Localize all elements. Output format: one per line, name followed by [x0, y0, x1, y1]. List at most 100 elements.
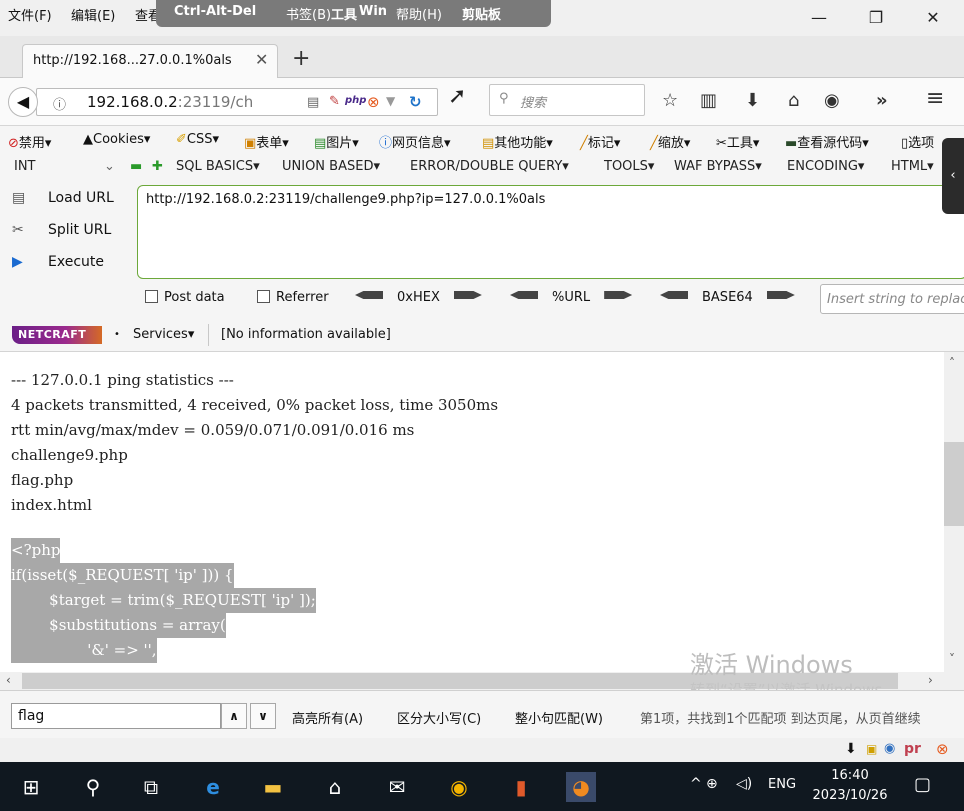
php-icon[interactable]: php: [345, 95, 366, 106]
plus-icon[interactable]: ✚: [152, 159, 163, 174]
toolbar-options[interactable]: ▯选项: [901, 132, 934, 151]
url-encoder[interactable]: %URL: [510, 290, 633, 305]
chevron-up-icon[interactable]: ^: [690, 776, 702, 792]
download-icon[interactable]: ⬇: [745, 90, 760, 111]
toolbar-disable[interactable]: ⊘禁用▾: [8, 132, 51, 151]
menu-edit[interactable]: 编辑(E): [71, 5, 115, 24]
taskbar-clock[interactable]: 16:40 2023/10/26: [808, 766, 892, 806]
download-icon[interactable]: ⬇: [845, 741, 857, 757]
insert-string-input[interactable]: Insert string to replace: [820, 284, 964, 314]
minimize-button[interactable]: —: [796, 4, 842, 32]
hackbar-menu-union-based[interactable]: UNION BASED▾: [282, 159, 380, 174]
execute-button[interactable]: ▶ Execute: [12, 254, 104, 270]
minus-icon[interactable]: ▬: [130, 159, 142, 174]
info-icon[interactable]: ⓘ: [53, 94, 66, 113]
chrome-icon[interactable]: ◉: [444, 772, 474, 802]
hackbar-pen-icon[interactable]: ✎: [329, 94, 340, 109]
edge-icon[interactable]: e: [198, 772, 228, 802]
burpsuite-icon[interactable]: ▮: [506, 772, 536, 802]
split-url-button[interactable]: ✂ Split URL: [12, 222, 111, 238]
referrer-checkbox[interactable]: Referrer: [257, 290, 329, 305]
bookmark-star-icon[interactable]: ☆: [662, 90, 678, 111]
match-case-toggle[interactable]: 区分大小写(C): [397, 708, 481, 727]
arrow-right-icon[interactable]: [766, 291, 795, 299]
pr-icon[interactable]: pr: [904, 741, 921, 757]
back-button[interactable]: ◀: [8, 87, 38, 117]
task-view-icon[interactable]: ⧉: [136, 772, 166, 802]
menu-tools[interactable]: 工具: [331, 4, 357, 23]
toolbar-tools[interactable]: ✂工具▾: [716, 132, 759, 151]
file-explorer-icon[interactable]: ▬: [258, 772, 288, 802]
url-bar[interactable]: ⓘ 192.168.0.2:23119/ch ▤ ✎ php ⊗ ▼ ↻: [36, 88, 438, 116]
hackbar-collapse-tab[interactable]: ‹: [942, 138, 964, 214]
toolbar-page-info[interactable]: ⓘ网页信息▾: [379, 132, 451, 151]
hackbar-menu-error-double[interactable]: ERROR/DOUBLE QUERY▾: [410, 159, 569, 174]
ctrl-alt-del-button[interactable]: Ctrl-Alt-Del: [174, 4, 256, 19]
arrow-left-icon[interactable]: [510, 291, 538, 299]
toolbar-view-source[interactable]: ▬查看源代码▾: [785, 132, 869, 151]
tab-close-icon[interactable]: ✕: [255, 50, 268, 69]
windows-start-icon[interactable]: ⊞: [16, 772, 46, 802]
scroll-left-icon[interactable]: ‹: [6, 673, 11, 687]
clipboard-button[interactable]: 剪贴板: [462, 4, 501, 23]
notification-icon[interactable]: ▢: [914, 774, 931, 795]
arrow-right-icon[interactable]: [453, 291, 482, 299]
tab-active[interactable]: http://192.168...27.0.0.1%0als ✕: [22, 44, 278, 78]
arrow-right-icon[interactable]: [604, 291, 633, 299]
find-input[interactable]: flag: [11, 703, 221, 729]
network-icon[interactable]: ⊕: [706, 776, 718, 792]
hackbar-menu-tools[interactable]: TOOLS▾: [604, 159, 654, 174]
hex-encoder[interactable]: 0xHEX: [355, 290, 482, 305]
restore-button[interactable]: ❐: [853, 4, 899, 32]
vertical-scrollbar[interactable]: ˄ ˅: [944, 352, 964, 672]
globe-icon[interactable]: ◉: [884, 741, 895, 756]
addon-icon[interactable]: ▣: [866, 742, 877, 756]
toolbar-cookies[interactable]: ▲Cookies▾: [83, 132, 150, 147]
toolbar-css[interactable]: ✐CSS▾: [176, 132, 219, 147]
overflow-button[interactable]: »: [876, 90, 888, 111]
library-icon[interactable]: ▥: [700, 90, 717, 111]
firefox-icon[interactable]: ◕: [566, 772, 596, 802]
mail-icon[interactable]: ✉: [382, 772, 412, 802]
win-key-button[interactable]: Win: [359, 4, 387, 19]
base64-encoder[interactable]: BASE64: [660, 290, 795, 305]
blocked-icon[interactable]: ⊗: [936, 740, 949, 758]
toolbar-forms[interactable]: ▣表单▾: [244, 132, 289, 151]
arrow-left-icon[interactable]: [355, 291, 383, 299]
hackbar-menu-waf-bypass[interactable]: WAF BYPASS▾: [674, 159, 762, 174]
chevron-down-icon[interactable]: ▼: [386, 94, 395, 108]
toolbar-images[interactable]: ▤图片▾: [314, 132, 359, 151]
hackbar-version-select[interactable]: INT ⌄: [14, 159, 115, 174]
menu-file[interactable]: 文件(F): [8, 5, 52, 24]
close-button[interactable]: ✕: [910, 4, 956, 32]
hackbar-menu-sql-basics[interactable]: SQL BASICS▾: [176, 159, 260, 174]
vertical-scroll-thumb[interactable]: [944, 442, 964, 526]
netcraft-services-menu[interactable]: Services▾: [133, 327, 194, 342]
scroll-right-icon[interactable]: ›: [928, 673, 933, 687]
language-indicator[interactable]: ENG: [768, 777, 796, 792]
menu-button[interactable]: ≡: [926, 86, 944, 111]
menu-bookmarks[interactable]: 书签(B): [286, 4, 331, 23]
search-icon[interactable]: ⚲: [78, 772, 108, 802]
arrow-left-icon[interactable]: [660, 291, 688, 299]
new-tab-button[interactable]: +: [292, 46, 310, 71]
reload-icon[interactable]: ↻: [409, 93, 422, 111]
post-data-checkbox[interactable]: Post data: [145, 290, 225, 305]
load-url-button[interactable]: ▤ Load URL: [12, 190, 114, 206]
hackbar-menu-html[interactable]: HTML▾: [891, 159, 934, 174]
find-next-button[interactable]: ∨: [250, 703, 276, 729]
hackbar-menu-encoding[interactable]: ENCODING▾: [787, 159, 864, 174]
toolbar-outline[interactable]: ╱标记▾: [580, 132, 620, 151]
find-previous-button[interactable]: ∧: [221, 703, 247, 729]
home-icon[interactable]: ⌂: [788, 90, 799, 111]
menu-help[interactable]: 帮助(H): [396, 4, 442, 23]
netcraft-logo[interactable]: NETCRAFT: [12, 326, 102, 344]
highlight-all-toggle[interactable]: 高亮所有(A): [292, 708, 363, 727]
globe-icon[interactable]: ◉: [824, 90, 840, 111]
volume-icon[interactable]: ◁): [736, 776, 752, 792]
search-input[interactable]: ⚲ 搜索: [489, 84, 645, 116]
scroll-up-icon[interactable]: ˄: [949, 356, 955, 370]
reader-icon[interactable]: ▤: [307, 95, 319, 110]
toolbar-misc[interactable]: ▤其他功能▾: [482, 132, 553, 151]
whole-words-toggle[interactable]: 整小句匹配(W): [515, 708, 603, 727]
